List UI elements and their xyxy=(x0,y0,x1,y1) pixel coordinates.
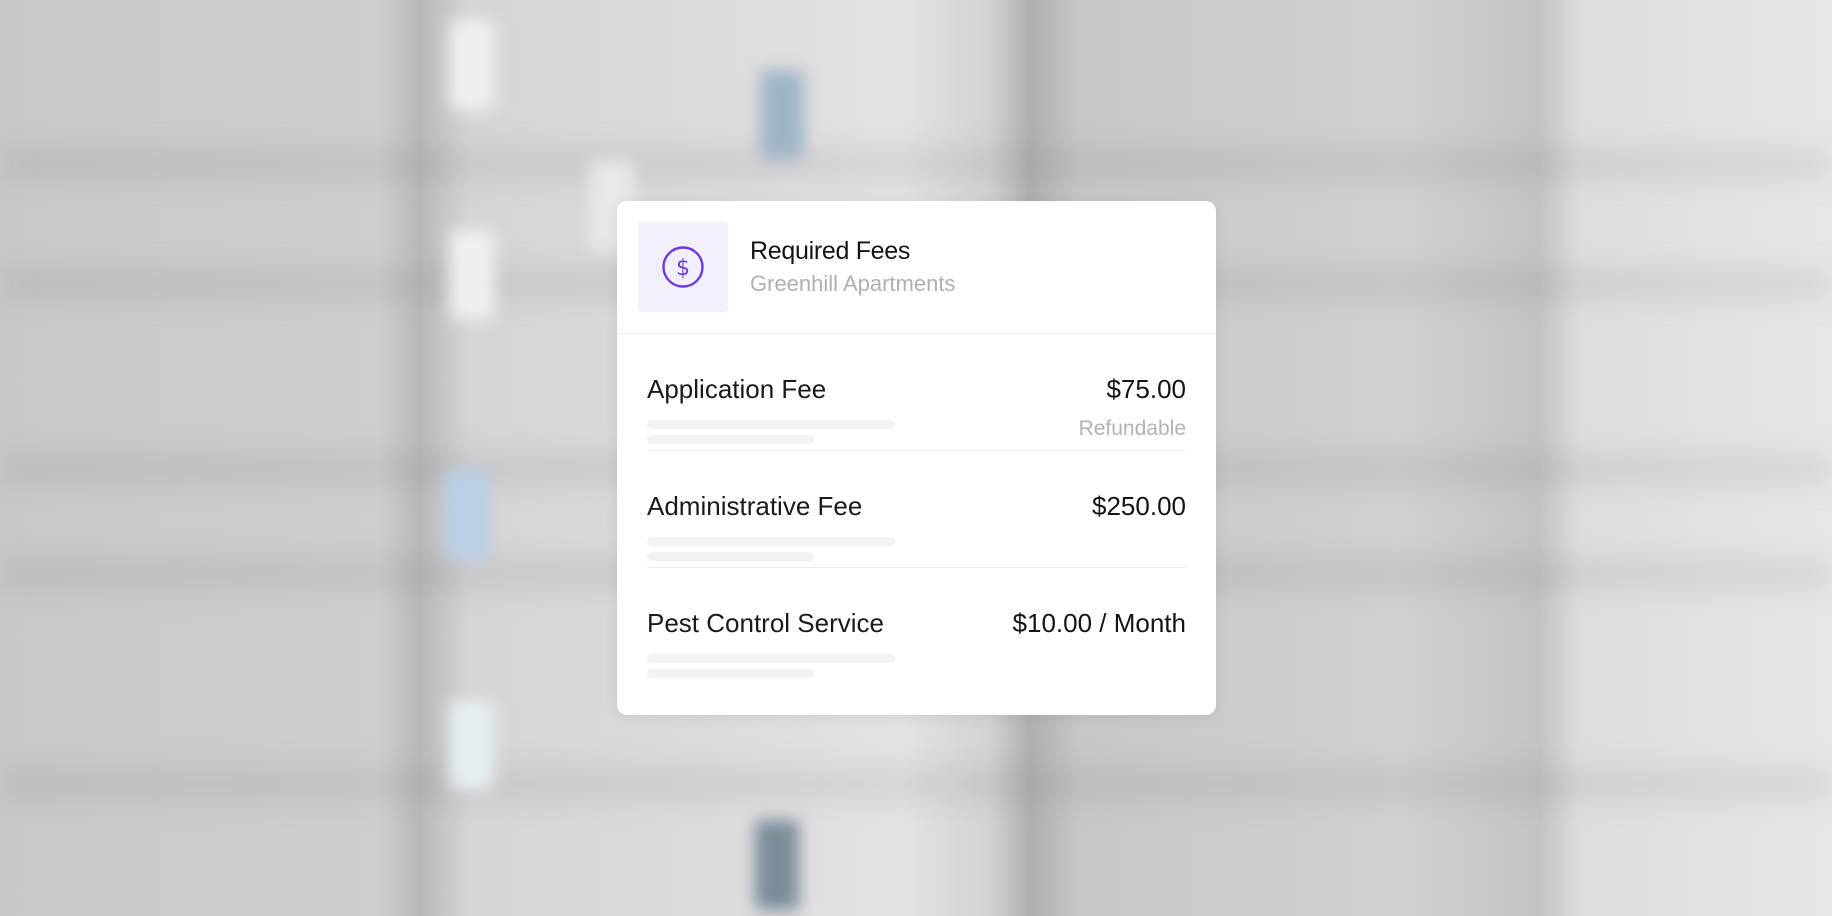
fee-note: Refundable xyxy=(1078,417,1186,440)
skeleton-line xyxy=(647,420,895,429)
fee-name: Administrative Fee xyxy=(647,491,863,521)
required-fees-card: $ Required Fees Greenhill Apartments App… xyxy=(617,201,1216,715)
fee-amount: $250.00 xyxy=(1092,491,1186,521)
fee-name: Pest Control Service xyxy=(647,608,884,638)
icon-container: $ xyxy=(638,222,728,312)
skeleton-line xyxy=(647,669,814,678)
svg-text:$: $ xyxy=(676,256,690,281)
skeleton-line xyxy=(647,435,814,444)
fee-amount: $75.00 xyxy=(1106,374,1186,404)
fee-row-pest-control: Pest Control Service $10.00 / Month xyxy=(647,568,1186,685)
header-text: Required Fees Greenhill Apartments xyxy=(750,236,955,299)
card-subtitle: Greenhill Apartments xyxy=(750,270,956,296)
skeleton-line xyxy=(647,552,814,561)
card-header: $ Required Fees Greenhill Apartments xyxy=(617,201,1216,334)
fee-row-application: Application Fee $75.00 Refundable xyxy=(647,334,1186,451)
dollar-circle-icon: $ xyxy=(662,246,704,288)
skeleton-line xyxy=(647,654,895,663)
fee-name: Application Fee xyxy=(647,374,827,404)
fee-list: Application Fee $75.00 Refundable Admini… xyxy=(617,334,1216,685)
skeleton-line xyxy=(647,537,895,546)
fee-row-administrative: Administrative Fee $250.00 xyxy=(647,451,1186,568)
fee-amount: $10.00 / Month xyxy=(1012,608,1186,638)
card-title: Required Fees xyxy=(750,236,911,265)
